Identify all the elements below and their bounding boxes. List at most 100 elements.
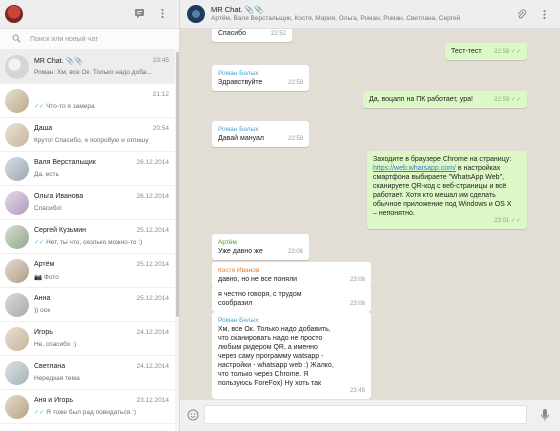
message-time: 22:58 [494, 49, 510, 55]
message-meta: 23:01 ✓✓ [494, 217, 521, 226]
avatar [5, 259, 29, 283]
conversation-pane: MR Chat. 📎📎 Артём, Валя Верстальщик, Кос… [180, 0, 560, 431]
message-author[interactable]: Роман Белых [218, 125, 303, 134]
chat-list-item[interactable]: Ольга Иванова 26.12.2014 Спасибо! [0, 186, 175, 220]
chat-preview-text: Нередкая тема [34, 375, 80, 382]
chat-name: Даша [34, 125, 53, 132]
group-avatar[interactable] [187, 5, 205, 23]
outgoing-message[interactable]: Да, воцапп на ПК работает, ура! 22:59 ✓✓ [363, 91, 527, 108]
chat-name: MR Chat. 📎📎 [34, 58, 83, 65]
chat-list-item[interactable]: 21:12 ✓✓ Что-то я замера [0, 84, 175, 118]
outgoing-message[interactable]: Заходите в браузере Chrome на страницу: … [367, 151, 527, 229]
chat-list-item[interactable]: Артём 25.12.2014 📷 Фото [0, 254, 175, 288]
chat-name: Светлана [34, 363, 66, 370]
search-bar [0, 29, 179, 50]
attach-icon[interactable] [516, 9, 527, 20]
chat-time: 23:45 [152, 57, 169, 64]
incoming-message[interactable]: я честно говоря, с трудом сообразил 23:08 [212, 286, 371, 312]
avatar[interactable] [5, 5, 23, 23]
read-receipt-icon: ✓✓ [34, 240, 45, 246]
message-input[interactable] [204, 405, 527, 424]
message-time: 23:08 [287, 249, 303, 255]
message-meta: 22:59 ✓✓ [494, 96, 521, 105]
menu-icon[interactable] [156, 8, 168, 20]
chat-list-item[interactable]: Светлана 24.12.2014 Нередкая тема [0, 356, 175, 390]
chat-preview-text: Нет, ты что, сколько можно-то :) [46, 239, 143, 246]
group-title: MR Chat. 📎📎 [211, 5, 264, 14]
message-text: Хм, все Ок. Только надо добавить, что ск… [218, 326, 334, 387]
conversation-header[interactable]: MR Chat. 📎📎 Артём, Валя Верстальщик, Кос… [180, 0, 560, 29]
avatar [5, 293, 29, 317]
chat-preview: Нередкая тема [34, 375, 162, 382]
message-author[interactable]: Костя Иванов [218, 266, 365, 275]
delivered-check-icon: ✓✓ [509, 49, 521, 55]
chat-name: Анна [34, 295, 51, 302]
incoming-message[interactable]: Костя Иванов давно, но не все поняли 23:08 [212, 262, 371, 288]
chat-preview-text: Спасибо! [34, 205, 62, 212]
chat-time: 25.12.2014 [136, 261, 169, 268]
chat-time: 23.12.2014 [136, 397, 169, 404]
microphone-icon[interactable] [540, 408, 550, 422]
emoji-icon[interactable] [187, 409, 199, 421]
message-author[interactable]: Артём [218, 238, 303, 247]
outgoing-message[interactable]: Тест-тест 22:58 ✓✓ [445, 43, 527, 60]
chat-name: Ольга Иванова [34, 193, 84, 200]
incoming-message[interactable]: Роман Белых Здравствуйте 22:59 [212, 65, 309, 91]
chat-preview-text: Я тоже был рад повидаться :) [46, 409, 136, 416]
chat-preview: )) оок [34, 307, 162, 314]
message-link[interactable]: https://web.whatsapp.com/ [373, 165, 456, 172]
chat-list-pane: MR Chat. 📎📎 23:45Роман: Хм, все Ок. Тольк… [0, 0, 180, 431]
avatar [5, 191, 29, 215]
read-receipt-icon: ✓✓ [34, 104, 45, 110]
chat-preview: Круто! Спасибо, я попробую и отпишу [34, 137, 162, 144]
message-time: 23:08 [349, 301, 365, 307]
delivered-check-icon: ✓✓ [509, 97, 521, 103]
message-time: 23:01 [494, 218, 510, 224]
avatar [5, 157, 29, 181]
group-members: Артём, Валя Верстальщик, Костя, Мария, О… [211, 15, 461, 22]
incoming-message[interactable]: Артём Уже давно же 23:08 [212, 234, 309, 260]
read-receipt-icon: ✓✓ [34, 410, 45, 416]
chat-list-item[interactable]: Даша 20:54 Круто! Спасибо, я попробую и от… [0, 118, 175, 152]
chat-preview-text: Не, спасибо :) [34, 341, 77, 348]
left-header [0, 0, 179, 29]
chat-preview: ✓✓ Что-то я замера [34, 103, 162, 110]
avatar [5, 225, 29, 249]
chat-list-item[interactable]: Анна 25.12.2014)) оок [0, 288, 175, 322]
incoming-message[interactable]: Роман Белых Хм, все Ок. Только надо добав… [212, 312, 371, 399]
chat-time: 20:54 [152, 125, 169, 132]
chat-list-item[interactable]: Аня и Игорь 23.12.2014 ✓✓ Я тоже был рад по… [0, 390, 175, 424]
chat-time: 26.12.2014 [136, 193, 169, 200]
chat-preview: ✓✓ Я тоже был рад повидаться :) [34, 409, 162, 416]
chat-list-item[interactable]: Сергей Кузьмин 25.12.2014 ✓✓ Нет, ты что, с… [0, 220, 175, 254]
avatar [5, 55, 29, 79]
message-text: Заходите в браузере Chrome на страницу: … [373, 155, 521, 218]
new-chat-icon[interactable] [133, 8, 145, 20]
message-text-part: в настройках смартфона выбираете "WhatsA… [373, 165, 512, 217]
chat-name: Валя Верстальщик [34, 159, 96, 166]
message-time: 22:59 [287, 136, 303, 142]
avatar [5, 123, 29, 147]
chat-preview-text: 📷 Фото [34, 274, 59, 281]
chat-preview: 📷 Фото [34, 273, 162, 281]
chat-list-item[interactable]: Игорь 24.12.2014 Не, спасибо :) [0, 322, 175, 356]
menu-icon[interactable] [539, 9, 550, 20]
chat-preview: ✓✓ Нет, ты что, сколько можно-то :) [34, 239, 162, 246]
incoming-message[interactable]: Спасибо 22:52 [212, 29, 292, 42]
chat-list: MR Chat. 📎📎 23:45 Роман: Хм, все Ок. Тольк… [0, 50, 175, 424]
message-author[interactable]: Роман Белых [218, 69, 303, 78]
incoming-message[interactable]: Роман Белых Давай мануал 22:59 [212, 121, 309, 147]
chat-preview-text: Роман: Хм, все Ок. Только надо доба... [34, 69, 152, 76]
chat-name: Игорь [34, 329, 53, 336]
chat-preview-text: Круто! Спасибо, я попробую и отпишу [34, 137, 149, 144]
message-meta: 22:52 [271, 30, 286, 39]
message-time: 23:08 [349, 277, 365, 283]
message-author[interactable]: Роман Белых [218, 316, 365, 325]
chat-list-item[interactable]: MR Chat. 📎📎 23:45 Роман: Хм, все Ок. Тольк… [0, 50, 175, 84]
message-meta: 22:59 [288, 79, 303, 88]
avatar [5, 361, 29, 385]
search-input[interactable] [30, 33, 170, 46]
chat-list-item[interactable]: Валя Верстальщик 26.12.2014 Да, есть [0, 152, 175, 186]
scroll-thumb[interactable] [176, 52, 179, 317]
message-time: 23:45 [349, 388, 365, 394]
